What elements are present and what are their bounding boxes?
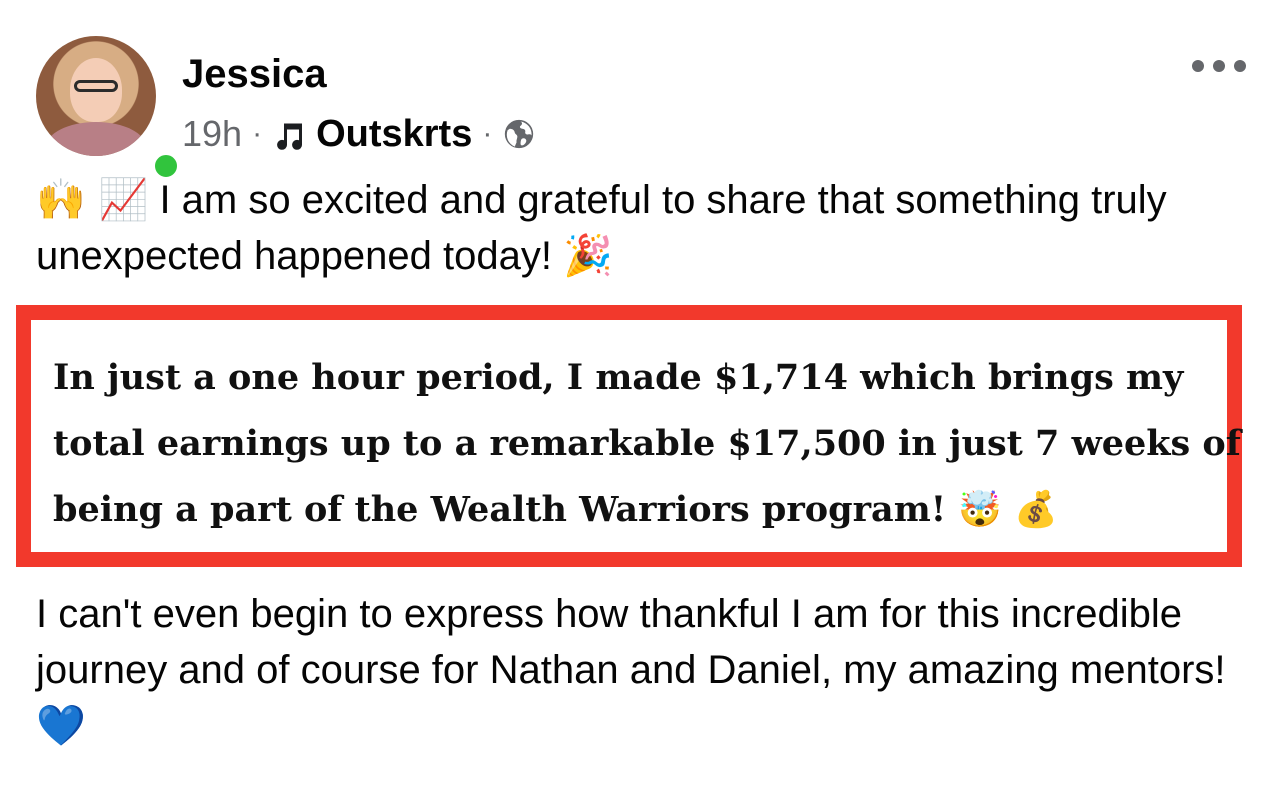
- closing-text: I can't even begin to express how thankf…: [36, 592, 1226, 692]
- meta-separator-2: ·: [482, 117, 493, 150]
- facebook-post: Jessica 19h · Outskrts · 🙌 📈 I am so exc…: [0, 0, 1284, 790]
- author-avatar[interactable]: [36, 36, 182, 182]
- more-options-icon[interactable]: [1192, 56, 1246, 76]
- highlight-emoji: 🤯 💰: [958, 490, 1058, 530]
- post-time[interactable]: 19h: [182, 113, 242, 155]
- globe-icon[interactable]: [502, 117, 536, 151]
- post-meta: 19h · Outskrts ·: [182, 110, 536, 158]
- blue-heart-emoji: 💙: [36, 703, 86, 749]
- intro-emoji: 🙌 📈: [36, 177, 149, 223]
- music-source-link[interactable]: Outskrts: [316, 113, 472, 156]
- highlight-callout: In just a one hour period, I made $1,714…: [16, 305, 1242, 567]
- author-name[interactable]: Jessica: [182, 50, 327, 98]
- music-note-icon: [277, 123, 303, 150]
- party-emoji: 🎉: [563, 233, 613, 279]
- meta-separator: ·: [252, 117, 263, 150]
- earnings-claim: In just a one hour period, I made $1,714…: [53, 357, 1241, 530]
- post-closing: I can't even begin to express how thankf…: [36, 586, 1256, 754]
- avatar-image: [36, 36, 156, 156]
- post-intro: 🙌 📈 I am so excited and grateful to shar…: [36, 172, 1256, 284]
- highlight-text-block: In just a one hour period, I made $1,714…: [53, 345, 1253, 543]
